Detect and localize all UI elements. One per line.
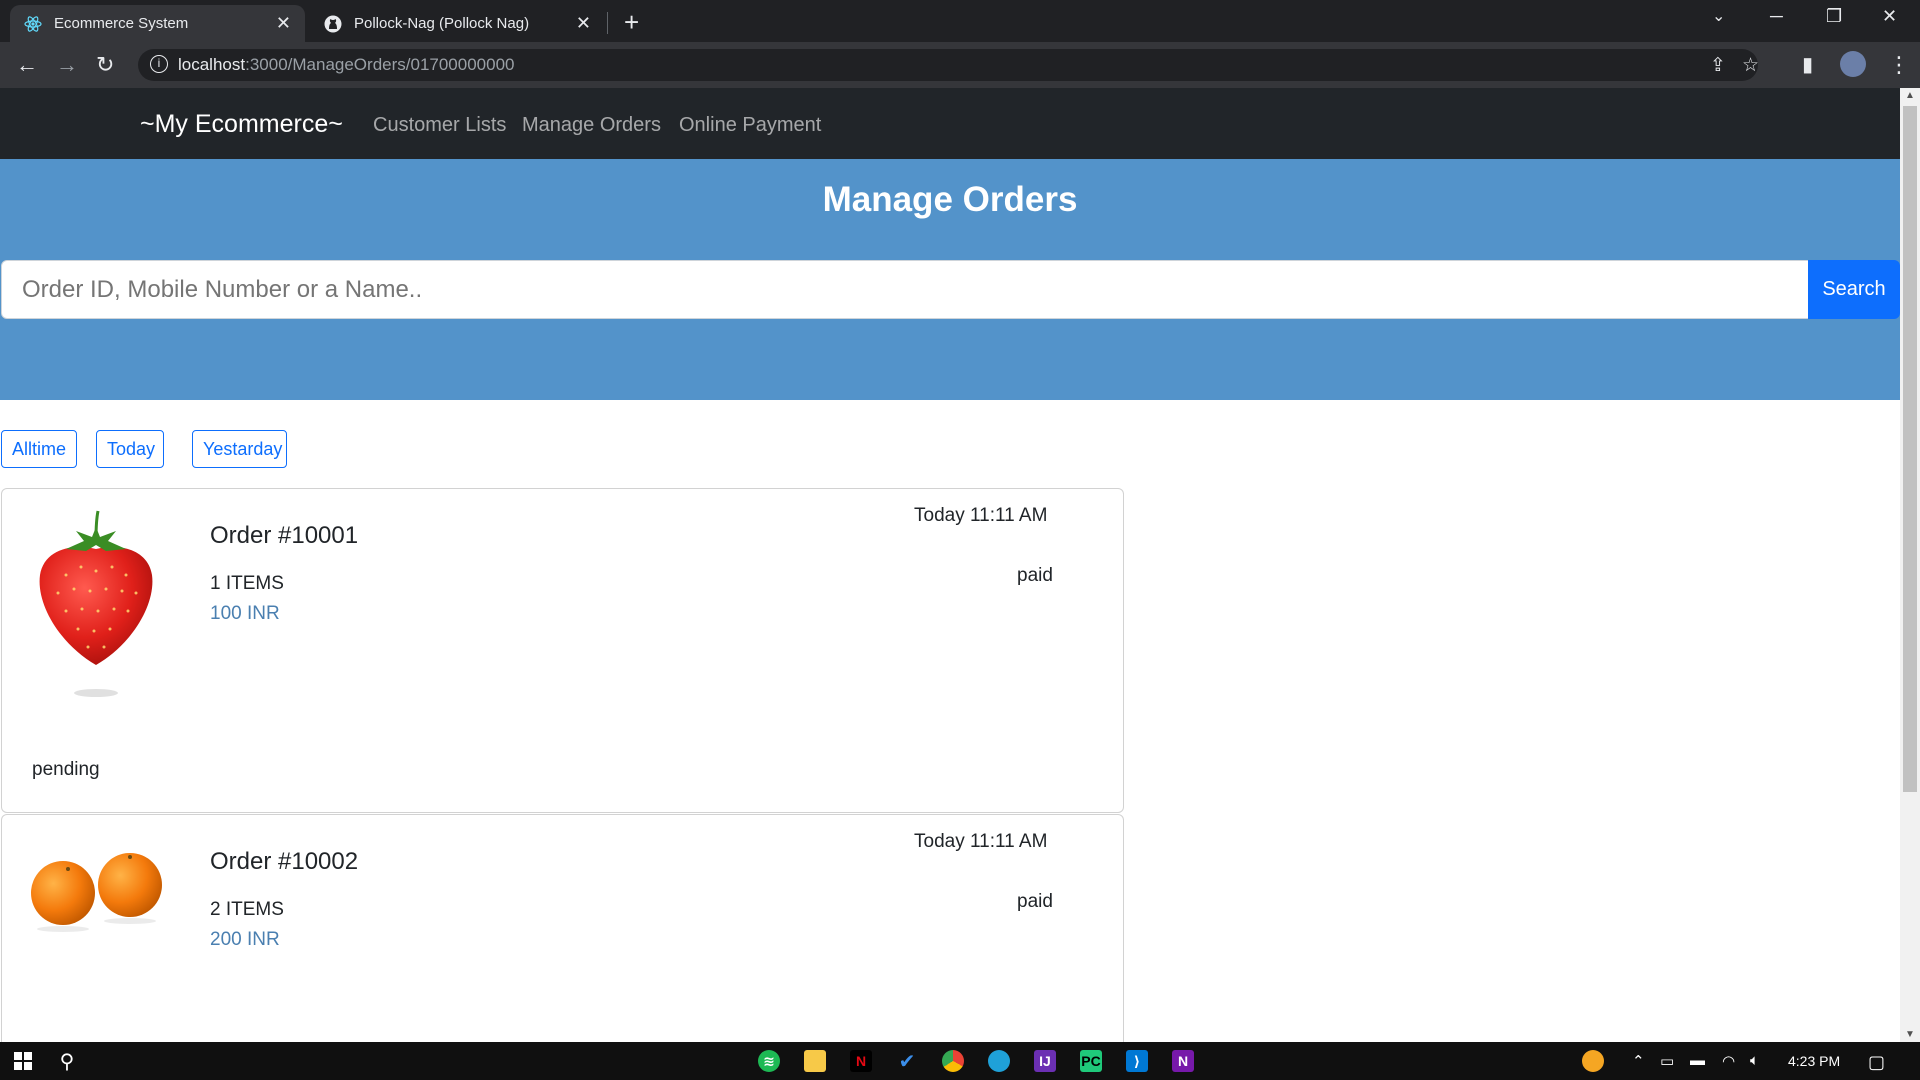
url-text: localhost:3000/ManageOrders/01700000000 [178,55,515,74]
filter-today-button[interactable]: Today [96,430,164,468]
order-number: Order #10001 [210,522,359,549]
meet-icon[interactable]: ▭ [1660,1052,1674,1070]
avatar[interactable] [1840,51,1866,77]
payment-status: paid [1017,891,1053,912]
tab-divider [607,12,608,34]
order-timestamp: Today 11:11 AM [914,831,1048,852]
todo-icon[interactable]: ✔ [896,1050,918,1073]
tab-title: Pollock-Nag (Pollock Nag) [354,15,530,32]
payment-status: paid [1017,565,1053,586]
order-card[interactable]: Order #10002 2 ITEMS 200 INR Today 11:11… [1,814,1124,1042]
address-bar[interactable]: i localhost:3000/ManageOrders/0170000000… [138,49,1759,81]
order-number: Order #10002 [210,848,359,875]
tab-ecommerce-system[interactable]: Ecommerce System ✕ [10,5,305,42]
windows-start-icon[interactable] [12,1050,34,1072]
minimize-button[interactable]: ─ [1770,6,1783,27]
chrome-icon[interactable] [942,1050,964,1072]
volume-icon[interactable]: 🔈︎ [1750,1052,1759,1069]
hero-banner: Manage Orders Search [0,159,1900,400]
netflix-icon[interactable]: N [850,1050,872,1072]
nav-manage-orders[interactable]: Manage Orders [522,114,661,137]
product-image-oranges [26,835,166,955]
pycharm-icon[interactable]: PC [1080,1050,1102,1072]
order-item-count: 1 ITEMS [210,573,284,594]
side-panel-icon[interactable]: ▮ [1802,52,1813,77]
order-timestamp: Today 11:11 AM [914,505,1048,526]
close-icon[interactable]: ✕ [276,13,291,34]
scroll-down-icon[interactable]: ▼ [1905,1029,1915,1040]
brand-logo[interactable]: ~My Ecommerce~ [140,110,343,139]
new-tab-button[interactable]: + [624,7,639,38]
intellij-icon[interactable]: IJ [1034,1050,1056,1072]
weather-icon[interactable] [1582,1050,1604,1072]
page-title: Manage Orders [822,180,1078,219]
browser-toolbar: ← → ↻ i localhost:3000/ManageOrders/0170… [0,42,1920,88]
tray-overflow-icon[interactable]: ⌃ [1632,1052,1645,1070]
site-info-icon[interactable]: i [150,55,168,73]
wifi-icon[interactable]: ◠ [1722,1052,1735,1070]
nav-customer-lists[interactable]: Customer Lists [373,114,506,137]
scroll-up-icon[interactable]: ▲ [1905,90,1915,101]
close-window-button[interactable]: ✕ [1882,6,1897,27]
vscode-icon[interactable]: ⟩ [1126,1050,1148,1072]
spotify-icon[interactable]: ≋ [758,1050,780,1072]
page-scrollbar[interactable]: ▲ ▼ [1900,88,1920,1042]
reload-icon[interactable]: ↻ [96,52,114,78]
edge-icon[interactable] [988,1050,1010,1072]
battery-icon[interactable]: ▬ [1690,1052,1705,1069]
tab-search-icon[interactable]: ⌄ [1712,6,1725,26]
browser-tab-strip: Ecommerce System ✕ Pollock-Nag (Pollock … [0,0,1920,42]
share-icon[interactable]: ⇪ [1710,54,1726,77]
menu-icon[interactable]: ⋮ [1888,52,1910,78]
order-total: 100 INR [210,603,280,624]
onenote-icon[interactable]: N [1172,1050,1194,1072]
bookmark-star-icon[interactable]: ☆ [1742,54,1759,77]
forward-icon[interactable]: → [56,52,78,78]
search-icon[interactable]: ⚲ [56,1050,78,1073]
search-input[interactable] [1,260,1809,319]
filter-alltime-button[interactable]: Alltime [1,430,77,468]
order-item-count: 2 ITEMS [210,899,284,920]
product-image-strawberry [26,505,166,705]
tab-title: Ecommerce System [54,15,189,32]
site-navbar: ~My Ecommerce~ Customer Lists Manage Ord… [0,88,1900,159]
clock[interactable]: 4:23 PM [1788,1053,1840,1069]
windows-taskbar: ⚲ ≋ N ✔ IJ PC ⟩ N ⌃ ▭ ▬ ◠ 🔈︎ 4:23 PM ▢ [0,1042,1920,1080]
restore-button[interactable]: ❐ [1826,6,1842,27]
nav-online-payment[interactable]: Online Payment [679,114,821,137]
scrollbar-thumb[interactable] [1903,106,1917,792]
tab-github-profile[interactable]: Pollock-Nag (Pollock Nag) ✕ [310,5,605,42]
close-icon[interactable]: ✕ [576,13,591,34]
order-total: 200 INR [210,929,280,950]
back-icon[interactable]: ← [16,52,38,78]
file-explorer-icon[interactable] [804,1050,826,1072]
react-icon [24,15,42,33]
notification-icon[interactable]: ▢ [1868,1052,1885,1073]
filter-yesterday-button[interactable]: Yestarday [192,430,287,468]
github-icon [324,15,342,33]
order-card[interactable]: Order #10001 1 ITEMS 100 INR Today 11:11… [1,488,1124,813]
order-status: pending [32,759,100,780]
search-button[interactable]: Search [1808,260,1900,319]
page-viewport: ~My Ecommerce~ Customer Lists Manage Ord… [0,88,1900,1042]
